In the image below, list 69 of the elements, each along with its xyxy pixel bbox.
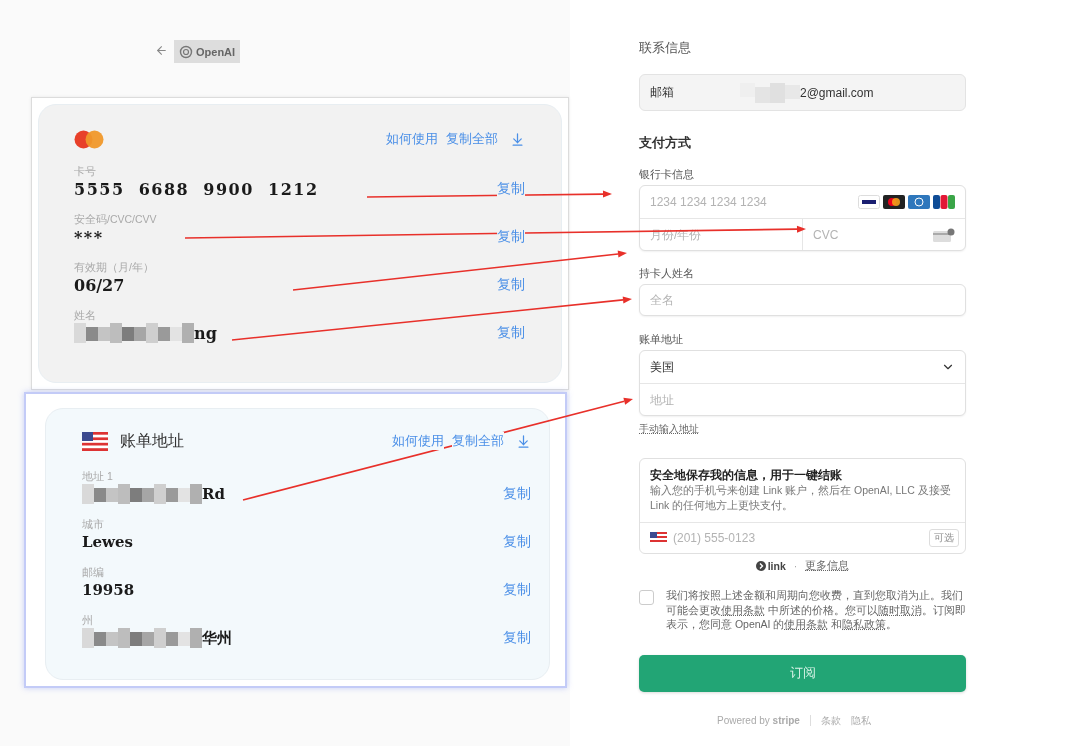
mastercard-icon [74, 129, 104, 149]
field-label: 邮编 [82, 565, 105, 579]
field-value: ng [194, 323, 217, 343]
field-value: 华州 [202, 628, 232, 648]
field-label: 州 [82, 613, 94, 627]
panel-link[interactable]: 如何使用 [392, 432, 444, 450]
address-field[interactable]: 美国 地址 [639, 350, 966, 416]
field-label: 账单地址 [639, 332, 684, 346]
footer-link[interactable]: 条款 [820, 713, 841, 728]
field-value: 06/27 [74, 275, 125, 295]
field-value: 5555 6688 9900 1212 [74, 179, 319, 199]
field-value: Rd [202, 485, 225, 503]
more-info-link[interactable]: 更多信息 [805, 559, 850, 573]
jcb-icon [933, 195, 955, 209]
country-select[interactable]: 美国 [640, 351, 965, 383]
field-value: Lewes [82, 533, 133, 551]
card-number-field[interactable]: 1234 1234 1234 1234 [640, 186, 858, 218]
field-label: 有效期（月/年） [74, 260, 154, 274]
panel-title: 账单地址 [120, 430, 184, 451]
consent-text: 我们将按照上述金额和周期向您收费，直到您取消为止。我们可能会更改使用条款 中所述的价格。您可以随时取消。订阅即表示，您同意 OpenAI 的使用条款 和隐私政策。 [666, 588, 966, 632]
terms-link[interactable]: 使用条款 [721, 603, 765, 616]
panel-link[interactable]: 如何使用 [386, 130, 438, 148]
copy-link[interactable]: 复制 [497, 276, 525, 294]
mastercard-icon [883, 195, 905, 209]
address-input[interactable]: 地址 [640, 384, 965, 415]
terms-link[interactable]: 隐私政策 [842, 618, 887, 630]
panel-link[interactable]: 复制全部 [446, 130, 498, 148]
copy-link[interactable]: 复制 [497, 324, 525, 342]
field-label: 邮箱 [650, 84, 675, 101]
link-description: 输入您的手机号来创建 Link 账户，然后在 OpenAI, LLC 及接受 Link 的任何地方上更快支付。 [650, 483, 952, 513]
flag-icon [650, 532, 667, 544]
copy-link[interactable]: 复制 [497, 180, 525, 198]
link-title: 安全地保存我的信息，用于一键结账 [650, 467, 843, 483]
field-label: 姓名 [74, 308, 97, 322]
back-icon[interactable] [155, 44, 168, 57]
visa-icon [858, 195, 880, 209]
footer-link[interactable]: 隐私 [850, 713, 871, 728]
terms-link[interactable]: 随时取消 [877, 603, 922, 616]
email-value: 2@gmail.com [800, 85, 874, 100]
copy-link[interactable]: 复制 [503, 533, 531, 551]
flag-icon [82, 431, 108, 451]
consent-checkbox[interactable] [639, 590, 654, 605]
section-heading: 联系信息 [639, 40, 692, 56]
field-label: 持卡人姓名 [639, 266, 695, 280]
field-label: 安全码/CVC/CVV [74, 212, 157, 226]
copy-link[interactable]: 复制 [503, 581, 531, 599]
section-heading: 支付方式 [639, 135, 692, 151]
powered-by-text: Powered by stripe [717, 715, 811, 726]
field-value: *** [74, 227, 104, 247]
link-logo: link [755, 560, 786, 572]
field-label: 卡号 [74, 164, 97, 178]
field-label: 地址 1 [82, 469, 114, 483]
terms-link[interactable]: 使用条款 [784, 618, 829, 630]
copy-link[interactable]: 复制 [503, 629, 531, 647]
optional-tag: 可选 [929, 529, 959, 547]
manual-address-link[interactable]: 手动输入地址 [639, 422, 699, 435]
copy-link[interactable]: 复制 [503, 485, 531, 503]
cvc-field[interactable]: CVC [803, 219, 933, 250]
subscribe-button[interactable]: 订阅 [639, 654, 966, 692]
field-label: 银行卡信息 [639, 167, 695, 181]
separator: · [793, 560, 798, 572]
copy-link[interactable]: 复制 [497, 228, 525, 246]
cvc-card-icon [933, 227, 955, 242]
panel-link[interactable]: 复制全部 [452, 432, 504, 450]
field-value: 19958 [82, 581, 135, 599]
amex-icon [908, 195, 930, 209]
logo-text: OpenAI [196, 45, 236, 58]
name-field[interactable]: 全名 [639, 284, 966, 316]
field-label: 城市 [82, 517, 105, 531]
